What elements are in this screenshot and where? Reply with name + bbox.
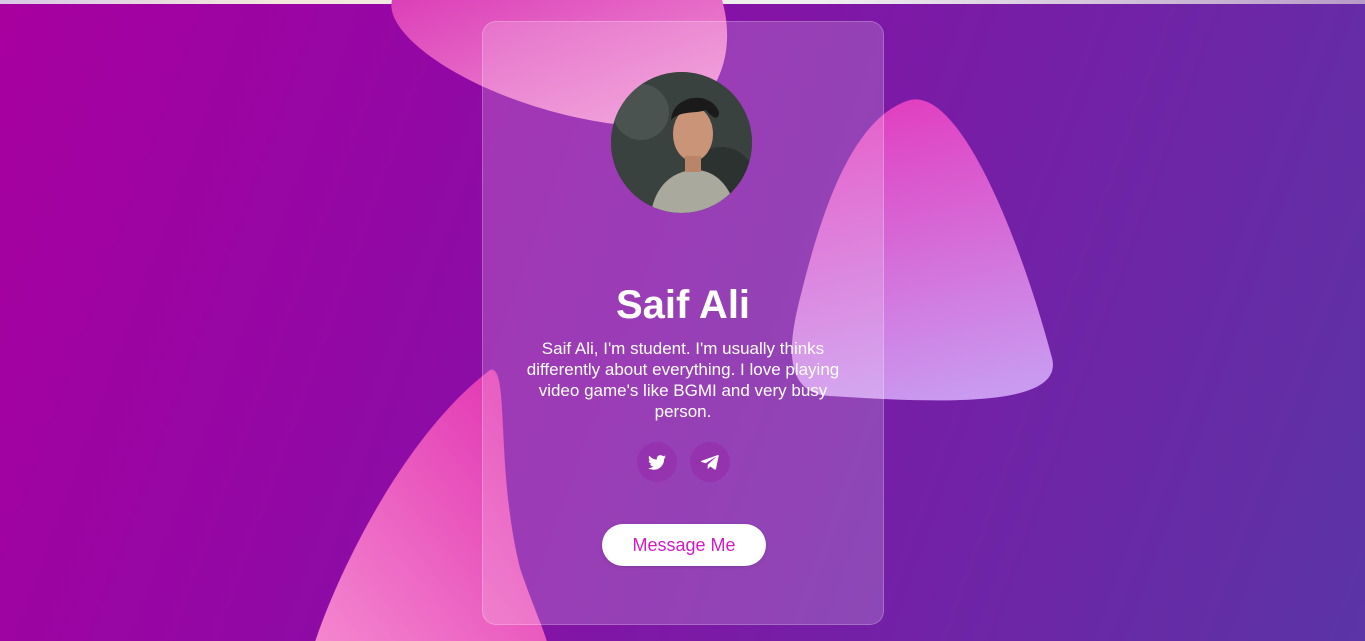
telegram-icon — [701, 454, 719, 470]
telegram-link[interactable] — [690, 442, 730, 482]
avatar-photo — [611, 72, 752, 213]
twitter-icon — [648, 454, 666, 470]
message-me-button[interactable]: Message Me — [602, 524, 766, 566]
profile-name: Saif Ali — [615, 283, 751, 327]
twitter-link[interactable] — [637, 442, 677, 482]
profile-avatar — [611, 72, 752, 213]
profile-bio: Saif Ali, I'm student. I'm usually think… — [526, 339, 840, 421]
